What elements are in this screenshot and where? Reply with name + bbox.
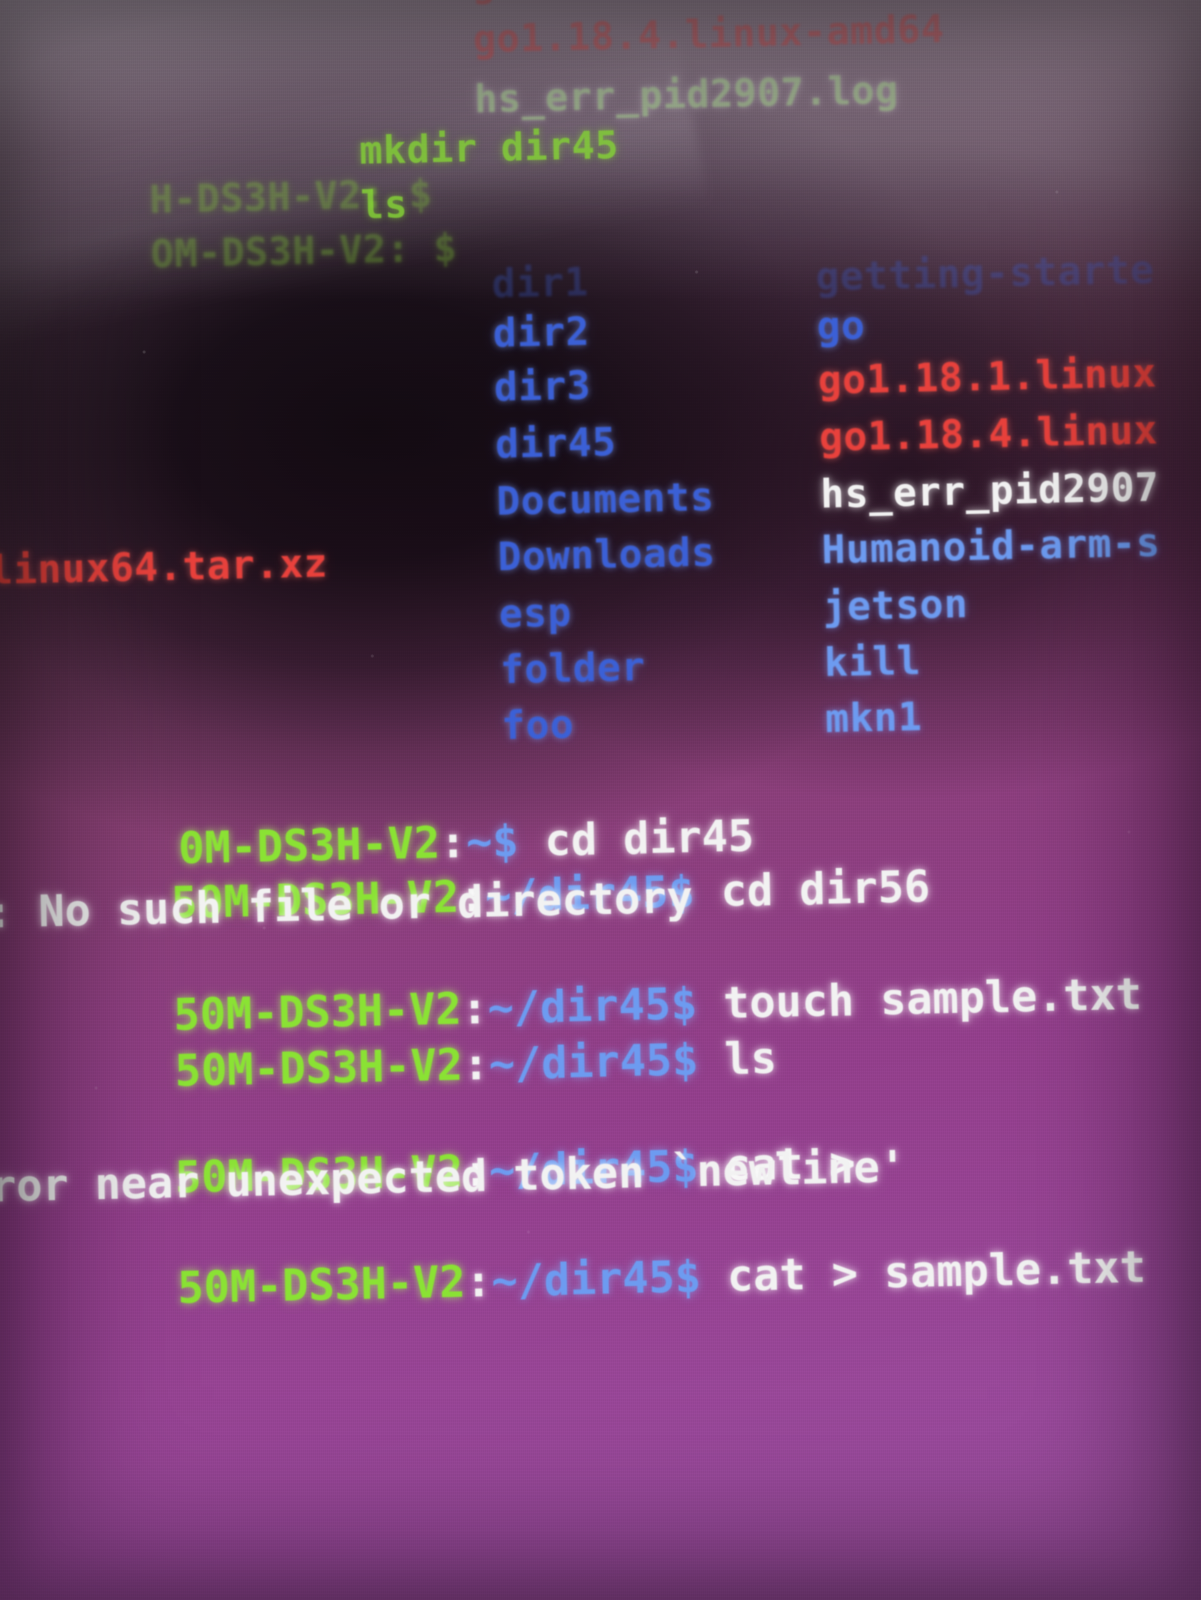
- command-ls: ls: [360, 182, 409, 228]
- prompt-host: OM-DS3H-V2: [150, 227, 387, 277]
- ls-item: jetson: [822, 580, 969, 630]
- scrollback-line-hs-err-log: hs_err_pid2907.log: [473, 67, 900, 122]
- command-mkdir: mkdir dir45: [359, 122, 620, 173]
- prompt-separator: : $: [385, 225, 482, 272]
- prompt-path: ~/dir45: [491, 1251, 676, 1307]
- ls-item: getting-starte: [815, 246, 1155, 300]
- ls-item: hs_err_pid2907: [819, 463, 1160, 517]
- ls-item: Downloads: [497, 529, 716, 580]
- ls-item: folder: [499, 643, 646, 693]
- ls-item: dir2: [492, 308, 591, 357]
- prompt-host: 50M-DS3H-V2: [177, 1256, 466, 1314]
- ls-item: Humanoid-arm-s: [821, 519, 1161, 573]
- prompt-host: 50M-DS3H-V2: [174, 1039, 464, 1097]
- prompt-command: cat > sample.txt: [700, 1241, 1147, 1303]
- ls-item-left-partial: -linux64.tar.xz: [0, 540, 329, 594]
- prompt-dollar: $: [671, 1034, 699, 1086]
- scrollback-line-archive-1: go1.18.1.linux-amd64.tar: [471, 0, 1038, 6]
- ls-item: esp: [498, 589, 573, 637]
- ls-item: kill: [823, 637, 922, 686]
- scrollback-line-archive-2: go1.18.4.linux-amd64: [472, 6, 945, 62]
- ls-item: mkn1: [824, 693, 923, 742]
- prompt-command: ls: [697, 1032, 778, 1085]
- ls-item: go1.18.1.linux: [817, 350, 1158, 404]
- session-line: 50M-DS3H-V2:~/dir45$ cat > sample.txt: [0, 1191, 1147, 1369]
- prompt-colon: :: [462, 1038, 490, 1090]
- prompt-command: cd dir56: [694, 861, 931, 918]
- ls-item: go1.18.4.linux: [818, 407, 1159, 460]
- ls-item: foo: [500, 701, 575, 749]
- ls-item: dir3: [493, 362, 592, 411]
- ls-item: dir1: [491, 258, 590, 307]
- prompt-colon: :: [464, 1255, 493, 1308]
- ls-item: go: [816, 302, 866, 350]
- terminal-screen-photo: go1.18.1.linux-amd64.tar go1.18.4.linux-…: [0, 0, 1201, 1600]
- terminal-content: go1.18.1.linux-amd64.tar go1.18.4.linux-…: [0, 0, 1201, 1600]
- prompt-dollar: $: [674, 1251, 702, 1303]
- prompt-line-ls: OM-DS3H-V2: $: [0, 181, 482, 326]
- ls-item: dir45: [494, 418, 617, 468]
- prompt-path: ~/dir45: [488, 1034, 673, 1090]
- ls-item: Documents: [496, 473, 715, 524]
